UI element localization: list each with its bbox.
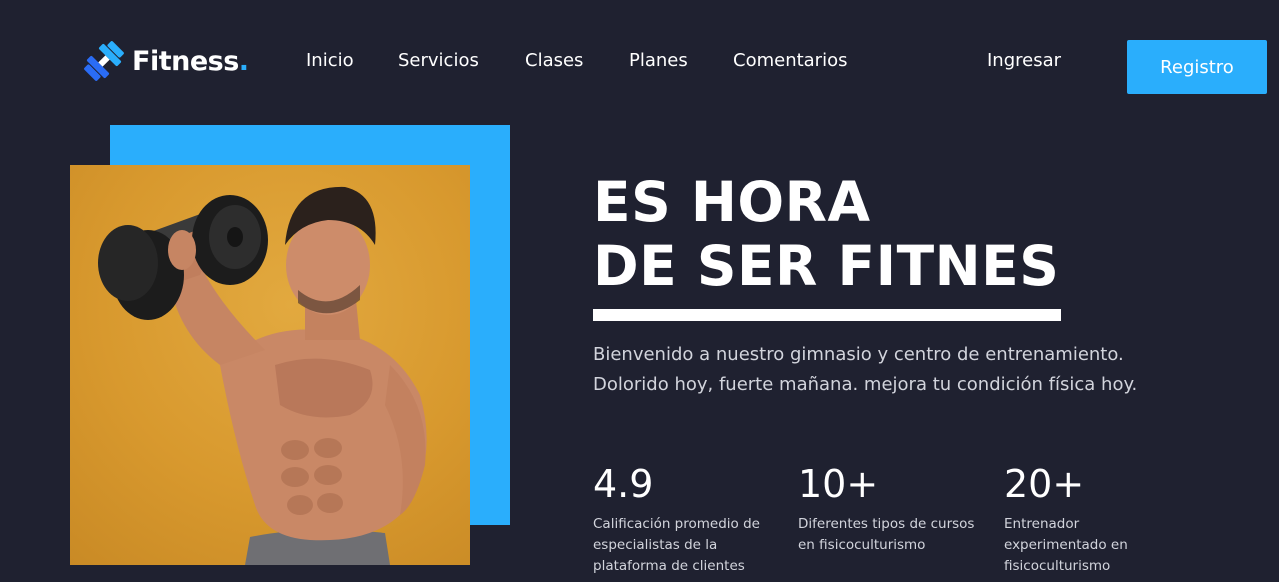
nav-item-comentarios[interactable]: Comentarios — [733, 50, 847, 71]
logo[interactable]: Fitness. — [82, 40, 249, 82]
stat-courses: 10+ Diferentes tipos de cursos en fisico… — [798, 460, 988, 556]
register-button[interactable]: Registro — [1127, 40, 1267, 94]
hero-title-line-2: DE SER FITNES — [593, 234, 1060, 298]
brand-name: Fitness. — [132, 45, 249, 77]
nav-item-servicios[interactable]: Servicios — [398, 50, 479, 71]
stat-label: Entrenador experimentado en fisicocultur… — [1004, 516, 1128, 574]
nav-item-inicio[interactable]: Inicio — [306, 50, 354, 71]
hero-title-line-1: ES HORA — [593, 170, 871, 234]
page: Fitness. Inicio Servicios Clases Planes … — [0, 0, 1279, 582]
title-underline — [593, 309, 1061, 321]
stat-value: 4.9 — [593, 462, 654, 506]
hero-description-line-2: Dolorido hoy, fuerte mañana. mejora tu c… — [593, 374, 1138, 395]
hero-photo — [70, 165, 470, 565]
stat-label: Calificación promedio de especialistas d… — [593, 516, 760, 574]
stat-trainers: 20+ Entrenador experimentado en fisicocu… — [1004, 460, 1194, 577]
hero-description-line-1: Bienvenido a nuestro gimnasio y centro d… — [593, 344, 1124, 365]
stat-label: Diferentes tipos de cursos en fisicocult… — [798, 516, 975, 553]
stat-value: 20+ — [1004, 462, 1085, 506]
stat-value: 10+ — [798, 462, 879, 506]
dumbbell-icon — [82, 40, 126, 82]
login-link[interactable]: Ingresar — [987, 50, 1061, 71]
hero-title: ES HORA DE SER FITNES — [593, 170, 1059, 298]
stat-rating: 4.9 Calificación promedio de especialist… — [593, 460, 783, 577]
nav-item-planes[interactable]: Planes — [629, 50, 688, 71]
hero-description: Bienvenido a nuestro gimnasio y centro d… — [593, 340, 1233, 400]
nav-item-clases[interactable]: Clases — [525, 50, 583, 71]
